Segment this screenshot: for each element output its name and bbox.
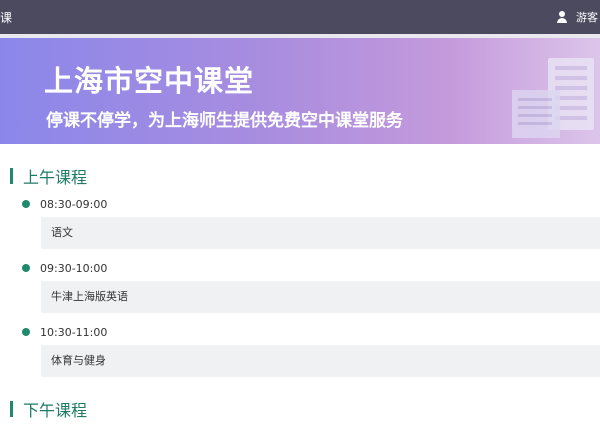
user-menu[interactable]: 游客	[556, 9, 598, 25]
banner-illustration	[500, 56, 600, 144]
schedule-slot[interactable]: 08:30-09:00 语文	[22, 196, 600, 249]
slot-time-row: 10:30-11:00	[22, 324, 600, 340]
schedule-slot[interactable]: 09:30-10:00 牛津上海版英语	[22, 260, 600, 313]
course-item[interactable]: 语文	[41, 217, 600, 249]
schedule-slot[interactable]: 10:30-11:00 体育与健身	[22, 324, 600, 377]
user-label[interactable]: 游客	[576, 9, 598, 25]
slot-time: 08:30-09:00	[40, 197, 108, 211]
section-marker	[10, 168, 13, 184]
app-title: 课	[0, 11, 13, 25]
slot-time-row: 08:30-09:00	[22, 196, 600, 212]
top-bar: 课 游客	[0, 0, 600, 34]
timeline-dot	[22, 200, 30, 208]
slot-time: 10:30-11:00	[40, 325, 108, 339]
section-marker	[10, 401, 13, 417]
hero-banner: 上海市空中课堂 停课不停学，为上海师生提供免费空中课堂服务	[0, 38, 600, 144]
section-title-afternoon: 下午课程	[23, 401, 88, 420]
slot-time: 09:30-10:00	[40, 261, 108, 275]
section-morning: 上午课程	[10, 164, 87, 188]
user-icon	[556, 11, 568, 23]
slot-time-row: 09:30-10:00	[22, 260, 600, 276]
timeline-dot	[22, 328, 30, 336]
banner-title: 上海市空中课堂	[44, 64, 255, 98]
section-afternoon: 下午课程	[10, 397, 87, 421]
decor-panel	[512, 90, 560, 138]
timeline-dot	[22, 264, 30, 272]
schedule-content: 上午课程 08:30-09:00 语文 09:30-10:00 牛津上海版英语 …	[0, 144, 600, 432]
course-item[interactable]: 牛津上海版英语	[41, 281, 600, 313]
course-item[interactable]: 体育与健身	[41, 345, 600, 377]
section-title-morning: 上午课程	[23, 168, 88, 187]
banner-subtitle: 停课不停学，为上海师生提供免费空中课堂服务	[46, 111, 403, 131]
